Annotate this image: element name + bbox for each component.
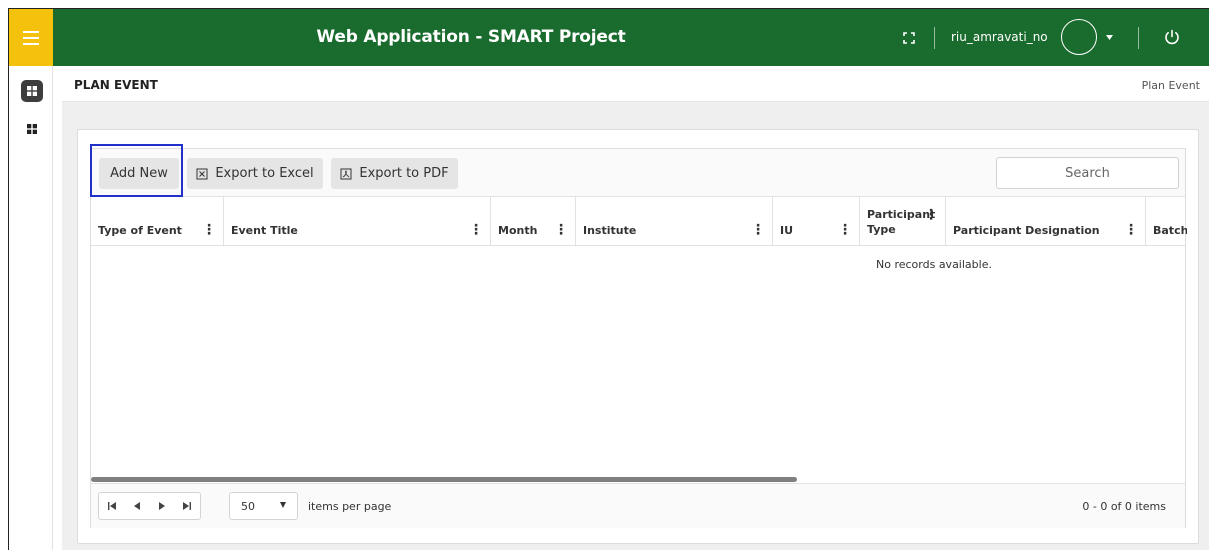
header-divider: [1138, 27, 1139, 49]
add-new-label: Add New: [110, 166, 168, 181]
column-header[interactable]: Participant Type ⋮: [860, 197, 946, 246]
empty-message: No records available.: [876, 258, 992, 271]
pager-buttons: [98, 492, 201, 520]
column-menu-icon[interactable]: ⋮: [924, 208, 938, 222]
export-excel-button[interactable]: Export to Excel: [187, 158, 323, 189]
column-header[interactable]: Month ⋮: [491, 197, 576, 246]
data-grid: Add New Export to Excel Export to PDF Se…: [90, 144, 1187, 528]
first-page-button[interactable]: [99, 493, 124, 519]
grid-toolbar: Add New Export to Excel Export to PDF: [90, 144, 1185, 197]
column-menu-icon[interactable]: ⋮: [469, 223, 483, 237]
excel-file-icon: [196, 168, 208, 179]
grid-header: Type of Event ⋮ Event Title ⋮ Month ⋮ In…: [91, 197, 1187, 246]
column-menu-icon[interactable]: ⋮: [202, 223, 216, 237]
first-page-icon: [107, 502, 116, 510]
sidebar-item-dashboard[interactable]: [25, 122, 39, 136]
power-icon[interactable]: [1163, 28, 1181, 46]
content-card: Add New Export to Excel Export to PDF Se…: [77, 129, 1199, 544]
pager-info: 0 - 0 of 0 items: [1082, 500, 1166, 513]
search-input[interactable]: [996, 157, 1179, 189]
grid-body: No records available.: [91, 246, 1185, 478]
next-page-button[interactable]: [150, 493, 175, 519]
page-title: PLAN EVENT: [74, 78, 158, 92]
column-header[interactable]: IU ⋮: [773, 197, 860, 246]
sidebar-item-dashboard-active[interactable]: [21, 80, 43, 102]
page-size-select[interactable]: 50: [229, 492, 298, 520]
column-header[interactable]: Batch: [1146, 197, 1187, 246]
page-size-value: 50: [241, 500, 255, 513]
column-header[interactable]: Type of Event ⋮: [91, 197, 224, 246]
content-area: Add New Export to Excel Export to PDF Se…: [62, 102, 1209, 550]
username[interactable]: riu_amravati_no: [951, 9, 1048, 66]
last-page-icon: [183, 502, 192, 510]
top-bar: Web Application - SMART Project riu_amra…: [53, 9, 1209, 66]
add-new-button[interactable]: Add New: [99, 158, 179, 189]
prev-page-icon: [133, 502, 140, 510]
caret-down-icon[interactable]: [1102, 30, 1116, 44]
header-divider: [934, 27, 935, 49]
column-menu-icon[interactable]: ⋮: [1124, 223, 1138, 237]
sidebar: [9, 66, 53, 550]
dashboard-icon: [27, 124, 37, 134]
avatar[interactable]: [1061, 19, 1097, 55]
column-header[interactable]: Institute ⋮: [576, 197, 773, 246]
fullscreen-icon[interactable]: [901, 30, 917, 46]
menu-toggle-button[interactable]: [9, 9, 53, 66]
column-header[interactable]: Event Title ⋮: [224, 197, 491, 246]
next-page-icon: [159, 502, 166, 510]
page-header: PLAN EVENT Plan Event: [62, 66, 1209, 102]
pdf-file-icon: [340, 168, 352, 179]
export-pdf-label: Export to PDF: [359, 166, 449, 181]
export-excel-label: Export to Excel: [215, 166, 314, 181]
last-page-button[interactable]: [175, 493, 200, 519]
grid-pager: 50 items per page 0 - 0 of 0 items: [91, 483, 1185, 528]
column-menu-icon[interactable]: ⋮: [751, 223, 765, 237]
export-pdf-button[interactable]: Export to PDF: [331, 158, 458, 189]
column-menu-icon[interactable]: ⋮: [554, 223, 568, 237]
column-menu-icon[interactable]: ⋮: [838, 223, 852, 237]
horizontal-scrollbar[interactable]: [91, 477, 797, 482]
hamburger-icon: [23, 30, 39, 45]
breadcrumb[interactable]: Plan Event: [1142, 79, 1200, 92]
column-header[interactable]: Participant Designation ⋮: [946, 197, 1146, 246]
per-page-label: items per page: [308, 500, 392, 513]
prev-page-button[interactable]: [124, 493, 149, 519]
caret-down-icon: [280, 502, 286, 508]
app-title: Web Application - SMART Project: [316, 27, 626, 47]
dashboard-icon: [27, 86, 37, 96]
